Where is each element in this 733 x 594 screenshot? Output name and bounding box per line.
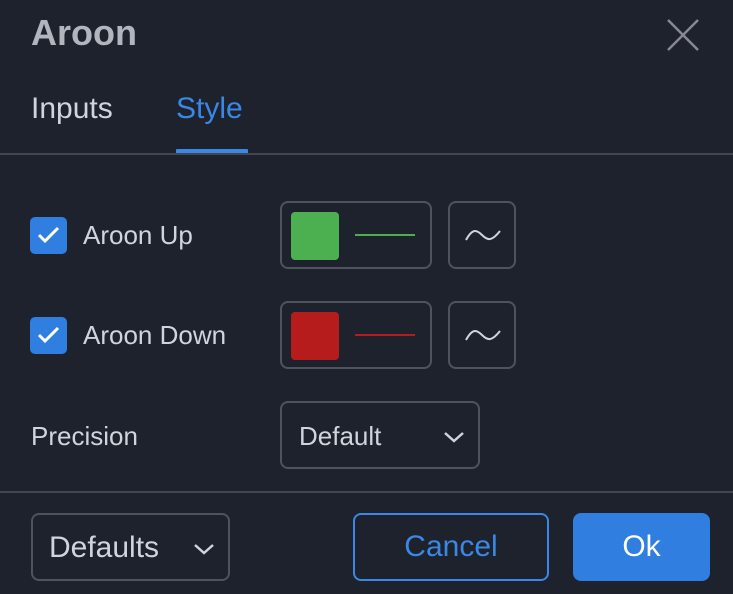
close-icon[interactable]: [664, 16, 702, 54]
defaults-label: Defaults: [49, 531, 160, 564]
aroon-up-checkbox[interactable]: [30, 217, 67, 254]
chevron-down-icon: [194, 544, 214, 555]
checkmark-icon: [37, 226, 60, 244]
aroon-down-line-sample: [355, 334, 415, 336]
dialog-title: Aroon: [31, 12, 137, 53]
aroon-up-line-sample: [355, 234, 415, 236]
precision-select[interactable]: Default: [280, 401, 480, 469]
aroon-down-checkbox[interactable]: [30, 317, 67, 354]
header-divider: [0, 153, 733, 155]
cancel-button[interactable]: Cancel: [353, 513, 549, 581]
aroon-down-color-button[interactable]: [280, 301, 432, 369]
defaults-dropdown[interactable]: Defaults: [31, 513, 230, 581]
ok-button[interactable]: Ok: [573, 513, 710, 581]
wave-icon: [465, 230, 501, 241]
precision-value: Default: [299, 421, 382, 451]
aroon-down-plot-style-button[interactable]: [448, 301, 516, 369]
tab-style[interactable]: Style: [176, 92, 243, 126]
wave-icon: [465, 330, 501, 341]
footer-divider: [0, 491, 733, 493]
checkmark-icon: [37, 326, 60, 344]
aroon-down-color-swatch: [291, 312, 339, 360]
aroon-up-color-swatch: [291, 212, 339, 260]
aroon-up-color-button[interactable]: [280, 201, 432, 269]
aroon-up-plot-style-button[interactable]: [448, 201, 516, 269]
chevron-down-icon: [444, 432, 464, 443]
aroon-down-label: Aroon Down: [83, 320, 227, 350]
aroon-up-label: Aroon Up: [83, 220, 193, 250]
precision-label: Precision: [31, 421, 138, 451]
tab-inputs[interactable]: Inputs: [31, 92, 113, 126]
